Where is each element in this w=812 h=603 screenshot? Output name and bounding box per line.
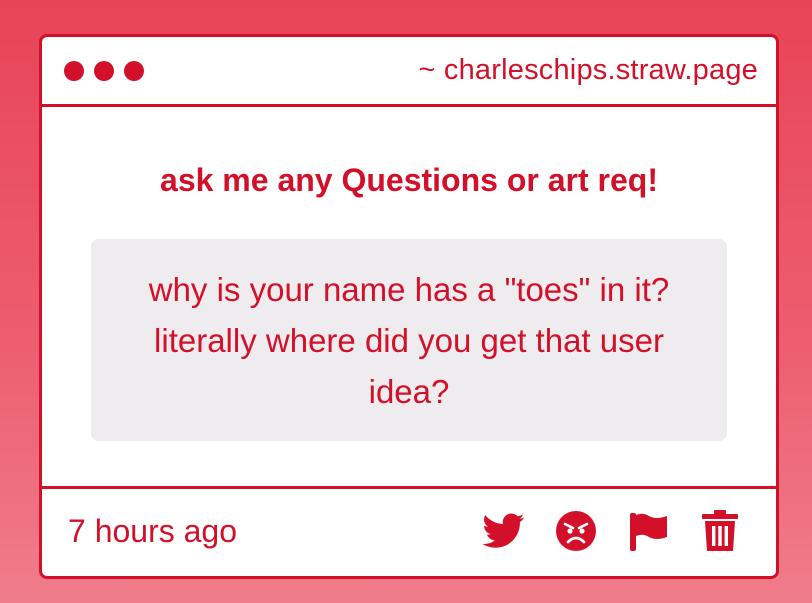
question-content: ask me any Questions or art req! why is … <box>42 107 776 489</box>
window-dot-2[interactable] <box>94 60 114 81</box>
report-button[interactable] <box>626 509 670 553</box>
post-footer: 7 hours ago <box>42 489 776 573</box>
window-controls <box>64 60 144 81</box>
page-title: ask me any Questions or art req! <box>160 162 658 198</box>
page-url[interactable]: ~ charleschips.straw.page <box>419 54 759 87</box>
window-dot-3[interactable] <box>124 60 144 81</box>
window-titlebar: ~ charleschips.straw.page <box>42 37 776 107</box>
timestamp: 7 hours ago <box>68 512 238 549</box>
delete-button[interactable] <box>698 509 742 553</box>
react-angry-button[interactable] <box>554 509 598 553</box>
share-twitter-button[interactable] <box>482 509 526 553</box>
post-card: ~ charleschips.straw.page ask me any Que… <box>39 34 779 579</box>
trash-icon <box>702 510 738 551</box>
window-dot-1[interactable] <box>64 60 84 81</box>
question-box: why is your name has a "toes" in it? lit… <box>91 239 727 441</box>
twitter-icon <box>483 513 525 548</box>
action-bar <box>482 509 742 553</box>
flag-icon <box>630 513 667 551</box>
angry-face-icon <box>556 511 596 551</box>
question-text: why is your name has a "toes" in it? lit… <box>148 270 670 410</box>
